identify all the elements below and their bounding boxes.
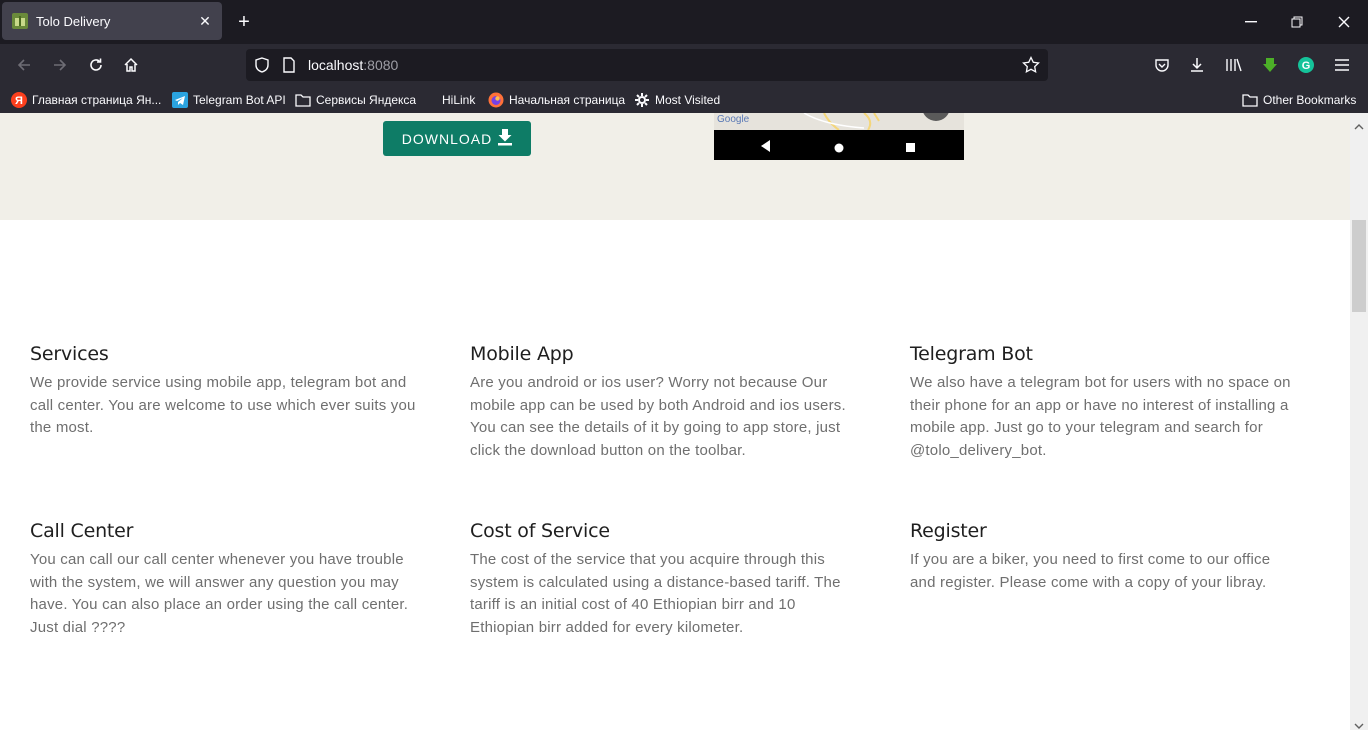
library-icon[interactable] xyxy=(1222,53,1246,77)
feature-title: Services xyxy=(30,343,109,365)
yandex-icon: Я xyxy=(11,92,27,108)
app-screenshot-map: Google xyxy=(714,113,964,130)
restore-window-icon[interactable] xyxy=(1287,12,1307,32)
url-host: localhost xyxy=(308,57,364,73)
feature-text: Are you android or ios user? Worry not b… xyxy=(470,374,846,459)
feature-text: If you are a biker, you need to first co… xyxy=(910,551,1271,591)
bookmark-label: Telegram Bot API xyxy=(193,93,286,107)
bookmark-label: HiLink xyxy=(442,93,476,107)
feature-title: Mobile App xyxy=(470,343,574,365)
downloads-icon[interactable] xyxy=(1185,53,1209,77)
scroll-down-icon[interactable] xyxy=(1354,716,1364,734)
svg-text:Я: Я xyxy=(15,95,23,107)
tab-tolo-delivery[interactable]: Tolo Delivery ✕ xyxy=(2,2,222,40)
bookmark-folder-most-visited[interactable]: Most Visited xyxy=(634,91,720,109)
download-button[interactable]: DOWNLOAD xyxy=(383,121,531,156)
url-text: localhost:8080 xyxy=(308,57,398,73)
hero-section: DOWNLOAD Google xyxy=(0,113,1350,220)
feature-text: The cost of the service that you acquire… xyxy=(470,551,841,636)
bookmark-start-page[interactable]: Начальная страница xyxy=(488,91,625,109)
gear-icon xyxy=(634,92,650,108)
menu-hamburger-icon[interactable] xyxy=(1330,53,1354,77)
feature-mobile-app: Mobile App Are you android or ios user? … xyxy=(470,343,860,462)
phone-recents-icon xyxy=(906,140,916,158)
page-viewport: DOWNLOAD Google Services We provide serv… xyxy=(0,113,1350,730)
grammarly-extension-icon[interactable]: G xyxy=(1294,53,1318,77)
bookmark-folder-yandex-services[interactable]: Сервисы Яндекса xyxy=(295,91,416,109)
bookmark-hilink[interactable]: HiLink xyxy=(442,91,475,109)
feature-text: We provide service using mobile app, tel… xyxy=(30,374,416,437)
pocket-icon[interactable] xyxy=(1150,53,1174,77)
phone-home-icon xyxy=(834,140,844,158)
feature-call-center: Call Center You can call our call center… xyxy=(30,520,420,639)
page-scrollbar[interactable] xyxy=(1350,113,1368,730)
folder-icon xyxy=(1242,92,1258,108)
address-bar[interactable]: localhost:8080 xyxy=(246,49,1048,81)
firefox-icon xyxy=(488,92,504,108)
bookmark-label: Начальная страница xyxy=(509,93,626,107)
feature-title: Cost of Service xyxy=(470,520,610,542)
bookmark-label: Сервисы Яндекса xyxy=(316,93,417,107)
phone-navigation-bar xyxy=(714,130,964,160)
home-icon[interactable] xyxy=(119,53,143,77)
download-icon xyxy=(498,128,513,149)
download-helper-extension-icon[interactable] xyxy=(1258,53,1282,77)
url-port: :8080 xyxy=(363,57,399,73)
svg-text:G: G xyxy=(1302,60,1311,72)
other-bookmarks-folder[interactable]: Other Bookmarks xyxy=(1242,91,1356,109)
feature-cost-of-service: Cost of Service The cost of the service … xyxy=(470,520,860,639)
tab-title: Tolo Delivery xyxy=(36,13,111,29)
scroll-up-icon[interactable] xyxy=(1354,117,1364,135)
page-info-icon[interactable] xyxy=(282,57,296,78)
tab-bar: Tolo Delivery ✕ + xyxy=(0,0,1368,44)
bookmark-star-icon[interactable] xyxy=(1022,55,1040,79)
feature-services: Services We provide service using mobile… xyxy=(30,343,420,440)
close-tab-icon[interactable]: ✕ xyxy=(198,13,212,30)
bookmark-label: Главная страница Ян... xyxy=(32,93,162,107)
feature-telegram-bot: Telegram Bot We also have a telegram bot… xyxy=(910,343,1300,462)
scrollbar-thumb[interactable] xyxy=(1352,220,1366,312)
bookmark-yandex-home[interactable]: Я Главная страница Ян... xyxy=(11,91,161,109)
feature-title: Call Center xyxy=(30,520,134,542)
feature-text: We also have a telegram bot for users wi… xyxy=(910,374,1291,459)
feature-title: Register xyxy=(910,520,987,542)
telegram-icon xyxy=(172,92,188,108)
close-window-icon[interactable] xyxy=(1334,12,1354,32)
folder-icon xyxy=(295,92,311,108)
bookmark-telegram-bot-api[interactable]: Telegram Bot API xyxy=(172,91,286,109)
feature-text: You can call our call center whenever yo… xyxy=(30,551,409,636)
minimize-window-icon[interactable] xyxy=(1241,12,1261,32)
site-favicon-icon xyxy=(12,13,28,29)
feature-register: Register If you are a biker, you need to… xyxy=(910,520,1300,594)
bookmark-label: Most Visited xyxy=(655,93,721,107)
reload-icon[interactable] xyxy=(84,53,108,77)
forward-icon[interactable] xyxy=(48,53,72,77)
tracking-protection-shield-icon[interactable] xyxy=(254,57,270,78)
feature-title: Telegram Bot xyxy=(910,343,1033,365)
bookmarks-toolbar: Я Главная страница Ян... Telegram Bot AP… xyxy=(0,86,1368,113)
download-button-label: DOWNLOAD xyxy=(401,130,493,147)
navigation-toolbar: localhost:8080 G xyxy=(0,44,1368,86)
map-google-label: Google xyxy=(717,114,750,125)
phone-back-icon xyxy=(761,139,771,157)
back-icon[interactable] xyxy=(12,53,36,77)
bookmark-label: Other Bookmarks xyxy=(1263,93,1357,107)
new-tab-button[interactable]: + xyxy=(232,10,256,34)
